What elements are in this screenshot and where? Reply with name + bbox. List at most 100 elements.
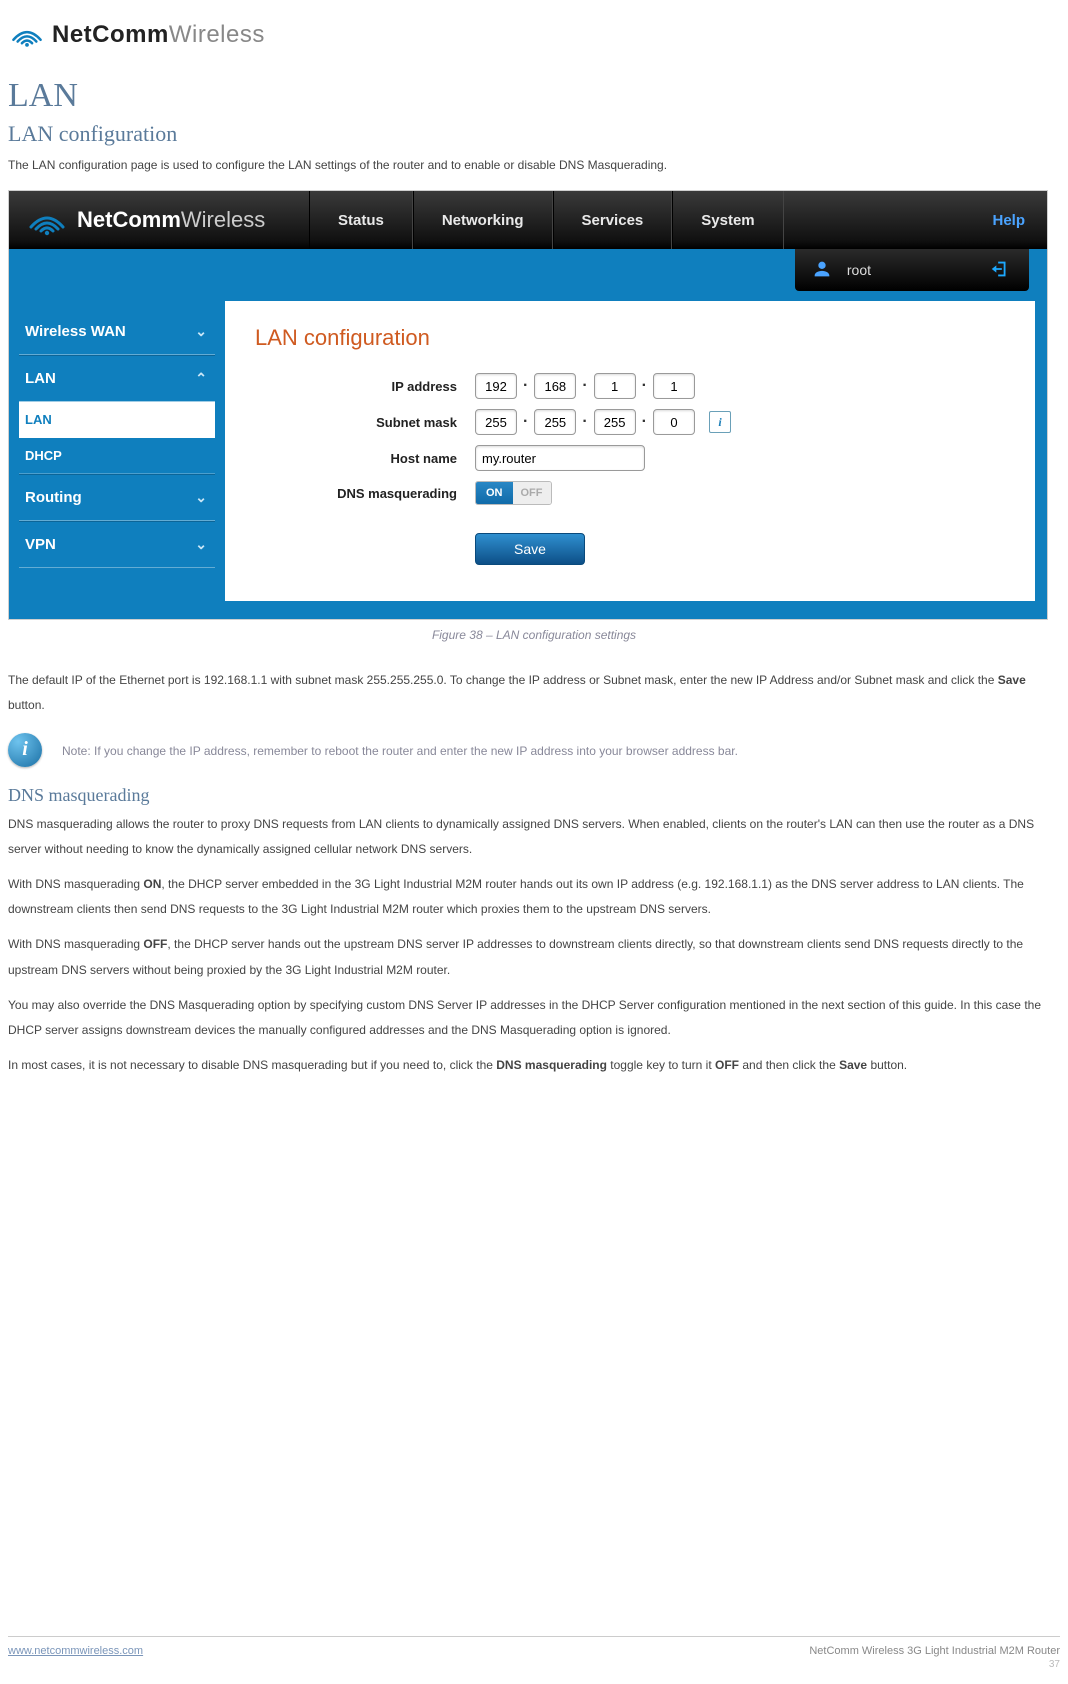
bold-off: OFF	[143, 937, 167, 951]
section-title: LAN	[8, 77, 1060, 115]
text: With DNS masquerading	[8, 877, 143, 891]
main-row: Wireless WAN ⌄ LAN ⌃ LAN DHCP Routing ⌄ …	[9, 291, 1047, 619]
bold-dnsmasq: DNS masquerading	[496, 1058, 607, 1072]
bold-save: Save	[998, 673, 1026, 687]
text: button.	[867, 1058, 907, 1072]
user-tab: root	[795, 249, 1029, 291]
para-default-ip: The default IP of the Ethernet port is 1…	[8, 668, 1060, 718]
intro-paragraph: The LAN configuration page is used to co…	[8, 153, 1060, 178]
dns-p5: In most cases, it is not necessary to di…	[8, 1053, 1060, 1078]
sidebar-label-vpn: VPN	[25, 536, 56, 553]
dns-p3: With DNS masquerading OFF, the DHCP serv…	[8, 932, 1060, 982]
sidebar-sub-dhcp[interactable]: DHCP	[19, 438, 215, 474]
footer-page: 37	[809, 1659, 1060, 1670]
subsection-title: LAN configuration	[8, 121, 1060, 147]
footer-url[interactable]: www.netcommwireless.com	[8, 1645, 143, 1670]
mask-octet-3[interactable]	[594, 409, 636, 435]
hostname-input[interactable]	[475, 445, 645, 471]
ip-octet-4[interactable]	[653, 373, 695, 399]
ip-octets: · · ·	[475, 373, 695, 399]
toggle-on: ON	[476, 481, 513, 505]
dot-icon: ·	[642, 413, 647, 431]
dns-p2: With DNS masquerading ON, the DHCP serve…	[8, 872, 1060, 922]
logout-icon[interactable]	[989, 258, 1011, 283]
dns-heading: DNS masquerading	[8, 785, 1060, 806]
sidebar-item-routing[interactable]: Routing ⌄	[19, 474, 215, 521]
top-nav: Status Networking Services System Help	[309, 191, 1047, 249]
logo-bold: NetComm	[52, 21, 169, 48]
nav-system[interactable]: System	[672, 191, 783, 249]
content-panel: LAN configuration IP address · · · Subne…	[225, 301, 1035, 601]
sidebar-sub-lan[interactable]: LAN	[19, 402, 215, 438]
info-bubble-icon: i	[8, 733, 42, 767]
sidebar-item-lan[interactable]: LAN ⌃	[19, 355, 215, 402]
sidebar-label-wwan: Wireless WAN	[25, 323, 126, 340]
dot-icon: ·	[582, 413, 587, 431]
router-brand: NetCommWireless	[9, 199, 309, 242]
sidebar-item-vpn[interactable]: VPN ⌄	[19, 521, 215, 568]
row-ip: IP address · · ·	[255, 373, 1005, 399]
user-strip: root	[9, 249, 1047, 291]
text: In most cases, it is not necessary to di…	[8, 1058, 496, 1072]
row-hostname: Host name	[255, 445, 1005, 471]
footer-right: NetComm Wireless 3G Light Industrial M2M…	[809, 1645, 1060, 1670]
sidebar: Wireless WAN ⌄ LAN ⌃ LAN DHCP Routing ⌄ …	[9, 291, 225, 619]
form-title: LAN configuration	[255, 325, 1005, 351]
user-icon	[811, 258, 833, 283]
dot-icon: ·	[523, 377, 528, 395]
dot-icon: ·	[642, 377, 647, 395]
row-dns-masq: DNS masquerading ON OFF	[255, 481, 1005, 505]
text: and then click the	[739, 1058, 839, 1072]
mask-octet-2[interactable]	[534, 409, 576, 435]
brand-bold: NetComm	[77, 207, 181, 232]
wifi-arcs-icon	[27, 199, 67, 242]
save-button[interactable]: Save	[475, 533, 585, 565]
brand-text: NetCommWireless	[77, 207, 265, 233]
bold-on: ON	[143, 877, 161, 891]
bold-off2: OFF	[715, 1058, 739, 1072]
nav-networking[interactable]: Networking	[413, 191, 553, 249]
sidebar-item-wwan[interactable]: Wireless WAN ⌄	[19, 309, 215, 355]
chevron-down-icon: ⌄	[195, 323, 207, 340]
nav-services[interactable]: Services	[553, 191, 673, 249]
label-hostname: Host name	[255, 451, 475, 466]
label-ip: IP address	[255, 379, 475, 394]
note-callout: i Note: If you change the IP address, re…	[8, 733, 1060, 767]
nav-help[interactable]: Help	[978, 191, 1047, 249]
brand-light: Wireless	[181, 207, 265, 232]
figure-caption: Figure 38 – LAN configuration settings	[8, 628, 1060, 642]
row-mask: Subnet mask · · · i	[255, 409, 1005, 435]
wifi-arcs-icon	[10, 16, 44, 53]
ip-octet-1[interactable]	[475, 373, 517, 399]
doc-logo-text: NetCommWireless	[52, 21, 265, 49]
label-mask: Subnet mask	[255, 415, 475, 430]
chevron-down-icon: ⌄	[195, 536, 207, 553]
username: root	[847, 262, 871, 278]
label-dns-masq: DNS masquerading	[255, 486, 475, 501]
dns-p1: DNS masquerading allows the router to pr…	[8, 812, 1060, 862]
mask-octets: · · ·	[475, 409, 695, 435]
dns-masq-toggle[interactable]: ON OFF	[475, 481, 552, 505]
text: toggle key to turn it	[607, 1058, 715, 1072]
logo-light: Wireless	[169, 21, 265, 48]
doc-footer: www.netcommwireless.com NetComm Wireless…	[8, 1636, 1060, 1670]
bold-save2: Save	[839, 1058, 867, 1072]
sidebar-subgroup-lan: LAN DHCP	[19, 402, 215, 474]
router-screenshot: NetCommWireless Status Networking Servic…	[8, 190, 1048, 620]
doc-logo: NetCommWireless	[10, 16, 1060, 53]
dot-icon: ·	[582, 377, 587, 395]
mask-octet-4[interactable]	[653, 409, 695, 435]
text: With DNS masquerading	[8, 937, 143, 951]
nav-status[interactable]: Status	[309, 191, 413, 249]
mask-octet-1[interactable]	[475, 409, 517, 435]
text: The default IP of the Ethernet port is 1…	[8, 673, 998, 687]
sidebar-label-routing: Routing	[25, 489, 82, 506]
chevron-up-icon: ⌃	[195, 370, 207, 387]
ip-octet-3[interactable]	[594, 373, 636, 399]
ip-octet-2[interactable]	[534, 373, 576, 399]
footer-product: NetComm Wireless 3G Light Industrial M2M…	[809, 1645, 1060, 1657]
text: , the DHCP server embedded in the 3G Lig…	[8, 877, 1024, 916]
dns-p4: You may also override the DNS Masqueradi…	[8, 993, 1060, 1043]
dot-icon: ·	[523, 413, 528, 431]
info-icon[interactable]: i	[709, 411, 731, 433]
